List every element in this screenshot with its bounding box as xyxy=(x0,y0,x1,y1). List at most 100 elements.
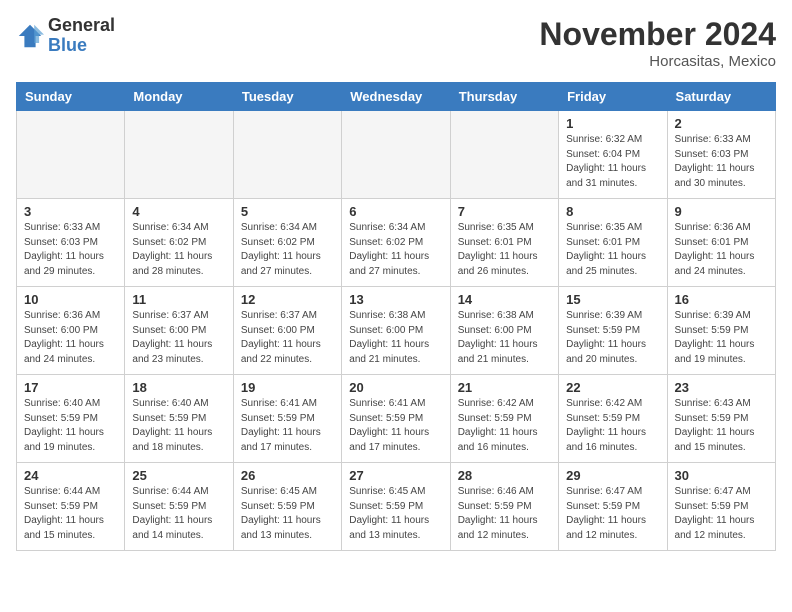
calendar-cell: 30 Sunrise: 6:47 AM Sunset: 5:59 PM Dayli… xyxy=(667,463,775,551)
calendar-cell: 28 Sunrise: 6:46 AM Sunset: 5:59 PM Dayli… xyxy=(450,463,558,551)
calendar-cell: 17Sunrise: 6:40 AM Sunset: 5:59 PM Dayli… xyxy=(17,375,125,463)
day-info: Sunrise: 6:34 AM Sunset: 6:02 PM Dayligh… xyxy=(132,221,225,279)
col-header-friday: Friday xyxy=(559,83,667,111)
location: Horcasitas, Mexico xyxy=(539,53,776,70)
day-info: Sunrise: 6:44 AM Sunset: 5:59 PM Dayligh… xyxy=(24,485,117,543)
day-info: Sunrise: 6:41 AM Sunset: 5:59 PM Dayligh… xyxy=(241,397,334,455)
day-info: Sunrise: 6:37 AM Sunset: 6:00 PM Dayligh… xyxy=(241,309,334,367)
calendar-cell: 25 Sunrise: 6:44 AM Sunset: 5:59 PM Dayli… xyxy=(125,463,233,551)
day-info: Sunrise: 6:38 AM Sunset: 6:00 PM Dayligh… xyxy=(458,309,551,367)
day-number: 30 xyxy=(675,468,768,483)
week-row-2: 3 Sunrise: 6:33 AM Sunset: 6:03 PM Daylig… xyxy=(17,199,776,287)
day-number: 27 xyxy=(349,468,442,483)
day-info: Sunrise: 6:41 AM Sunset: 5:59 PM Dayligh… xyxy=(349,397,442,455)
day-info: Sunrise: 6:34 AM Sunset: 6:02 PM Dayligh… xyxy=(349,221,442,279)
day-info: Sunrise: 6:36 AM Sunset: 6:00 PM Dayligh… xyxy=(24,309,117,367)
calendar-cell: 27 Sunrise: 6:45 AM Sunset: 5:59 PM Dayli… xyxy=(342,463,450,551)
calendar-cell: 16Sunrise: 6:39 AM Sunset: 5:59 PM Dayli… xyxy=(667,287,775,375)
calendar-cell: 4 Sunrise: 6:34 AM Sunset: 6:02 PM Daylig… xyxy=(125,199,233,287)
day-info: Sunrise: 6:43 AM Sunset: 5:59 PM Dayligh… xyxy=(675,397,768,455)
calendar-cell: 1Sunrise: 6:32 AM Sunset: 6:04 PM Daylig… xyxy=(559,111,667,199)
day-info: Sunrise: 6:36 AM Sunset: 6:01 PM Dayligh… xyxy=(675,221,768,279)
day-number: 2 xyxy=(675,116,768,131)
day-number: 17 xyxy=(24,380,117,395)
day-number: 28 xyxy=(458,468,551,483)
col-header-wednesday: Wednesday xyxy=(342,83,450,111)
month-title: November 2024 xyxy=(539,16,776,53)
day-number: 16 xyxy=(675,292,768,307)
day-number: 14 xyxy=(458,292,551,307)
day-info: Sunrise: 6:42 AM Sunset: 5:59 PM Dayligh… xyxy=(566,397,659,455)
day-number: 24 xyxy=(24,468,117,483)
calendar-cell: 3 Sunrise: 6:33 AM Sunset: 6:03 PM Daylig… xyxy=(17,199,125,287)
calendar-cell: 9 Sunrise: 6:36 AM Sunset: 6:01 PM Daylig… xyxy=(667,199,775,287)
day-number: 10 xyxy=(24,292,117,307)
day-info: Sunrise: 6:45 AM Sunset: 5:59 PM Dayligh… xyxy=(349,485,442,543)
day-number: 4 xyxy=(132,204,225,219)
day-info: Sunrise: 6:42 AM Sunset: 5:59 PM Dayligh… xyxy=(458,397,551,455)
day-info: Sunrise: 6:35 AM Sunset: 6:01 PM Dayligh… xyxy=(458,221,551,279)
calendar-cell: 24 Sunrise: 6:44 AM Sunset: 5:59 PM Dayli… xyxy=(17,463,125,551)
title-block: November 2024 Horcasitas, Mexico xyxy=(539,16,776,70)
calendar-cell: 21 Sunrise: 6:42 AM Sunset: 5:59 PM Dayli… xyxy=(450,375,558,463)
day-number: 5 xyxy=(241,204,334,219)
calendar-cell xyxy=(450,111,558,199)
day-info: Sunrise: 6:35 AM Sunset: 6:01 PM Dayligh… xyxy=(566,221,659,279)
calendar-cell: 26 Sunrise: 6:45 AM Sunset: 5:59 PM Dayli… xyxy=(233,463,341,551)
col-header-saturday: Saturday xyxy=(667,83,775,111)
day-info: Sunrise: 6:34 AM Sunset: 6:02 PM Dayligh… xyxy=(241,221,334,279)
day-number: 20 xyxy=(349,380,442,395)
calendar-cell xyxy=(233,111,341,199)
day-info: Sunrise: 6:38 AM Sunset: 6:00 PM Dayligh… xyxy=(349,309,442,367)
col-header-thursday: Thursday xyxy=(450,83,558,111)
page-header: General Blue November 2024 Horcasitas, M… xyxy=(16,16,776,70)
calendar-cell: 18 Sunrise: 6:40 AM Sunset: 5:59 PM Dayli… xyxy=(125,375,233,463)
day-number: 3 xyxy=(24,204,117,219)
header-row: SundayMondayTuesdayWednesdayThursdayFrid… xyxy=(17,83,776,111)
day-info: Sunrise: 6:47 AM Sunset: 5:59 PM Dayligh… xyxy=(675,485,768,543)
calendar-cell: 7 Sunrise: 6:35 AM Sunset: 6:01 PM Daylig… xyxy=(450,199,558,287)
day-info: Sunrise: 6:40 AM Sunset: 5:59 PM Dayligh… xyxy=(132,397,225,455)
day-info: Sunrise: 6:44 AM Sunset: 5:59 PM Dayligh… xyxy=(132,485,225,543)
day-number: 19 xyxy=(241,380,334,395)
day-number: 26 xyxy=(241,468,334,483)
day-number: 9 xyxy=(675,204,768,219)
day-number: 6 xyxy=(349,204,442,219)
week-row-5: 24 Sunrise: 6:44 AM Sunset: 5:59 PM Dayli… xyxy=(17,463,776,551)
week-row-3: 10 Sunrise: 6:36 AM Sunset: 6:00 PM Dayli… xyxy=(17,287,776,375)
day-number: 8 xyxy=(566,204,659,219)
calendar-cell: 14 Sunrise: 6:38 AM Sunset: 6:00 PM Dayli… xyxy=(450,287,558,375)
day-number: 29 xyxy=(566,468,659,483)
day-info: Sunrise: 6:33 AM Sunset: 6:03 PM Dayligh… xyxy=(24,221,117,279)
calendar-cell: 15Sunrise: 6:39 AM Sunset: 5:59 PM Dayli… xyxy=(559,287,667,375)
day-info: Sunrise: 6:37 AM Sunset: 6:00 PM Dayligh… xyxy=(132,309,225,367)
calendar-cell: 2 Sunrise: 6:33 AM Sunset: 6:03 PM Daylig… xyxy=(667,111,775,199)
day-number: 18 xyxy=(132,380,225,395)
day-info: Sunrise: 6:46 AM Sunset: 5:59 PM Dayligh… xyxy=(458,485,551,543)
day-info: Sunrise: 6:47 AM Sunset: 5:59 PM Dayligh… xyxy=(566,485,659,543)
col-header-sunday: Sunday xyxy=(17,83,125,111)
calendar-cell: 10 Sunrise: 6:36 AM Sunset: 6:00 PM Dayli… xyxy=(17,287,125,375)
calendar-cell: 29 Sunrise: 6:47 AM Sunset: 5:59 PM Dayli… xyxy=(559,463,667,551)
logo-blue: Blue xyxy=(48,36,115,56)
day-number: 13 xyxy=(349,292,442,307)
logo-icon xyxy=(16,22,44,50)
calendar-cell: 6 Sunrise: 6:34 AM Sunset: 6:02 PM Daylig… xyxy=(342,199,450,287)
calendar-cell: 11 Sunrise: 6:37 AM Sunset: 6:00 PM Dayli… xyxy=(125,287,233,375)
calendar-cell xyxy=(342,111,450,199)
day-number: 11 xyxy=(132,292,225,307)
day-number: 21 xyxy=(458,380,551,395)
day-info: Sunrise: 6:45 AM Sunset: 5:59 PM Dayligh… xyxy=(241,485,334,543)
calendar-cell xyxy=(17,111,125,199)
day-number: 7 xyxy=(458,204,551,219)
day-number: 23 xyxy=(675,380,768,395)
day-number: 1 xyxy=(566,116,659,131)
day-info: Sunrise: 6:33 AM Sunset: 6:03 PM Dayligh… xyxy=(675,133,768,191)
calendar-cell: 19 Sunrise: 6:41 AM Sunset: 5:59 PM Dayli… xyxy=(233,375,341,463)
day-number: 22 xyxy=(566,380,659,395)
week-row-4: 17 Sunrise: 6:40 AM Sunset: 5:59 PM Dayli… xyxy=(17,375,776,463)
calendar-cell: 12Sunrise: 6:37 AM Sunset: 6:00 PM Dayli… xyxy=(233,287,341,375)
calendar-cell: 23 Sunrise: 6:43 AM Sunset: 5:59 PM Dayli… xyxy=(667,375,775,463)
day-number: 25 xyxy=(132,468,225,483)
col-header-tuesday: Tuesday xyxy=(233,83,341,111)
